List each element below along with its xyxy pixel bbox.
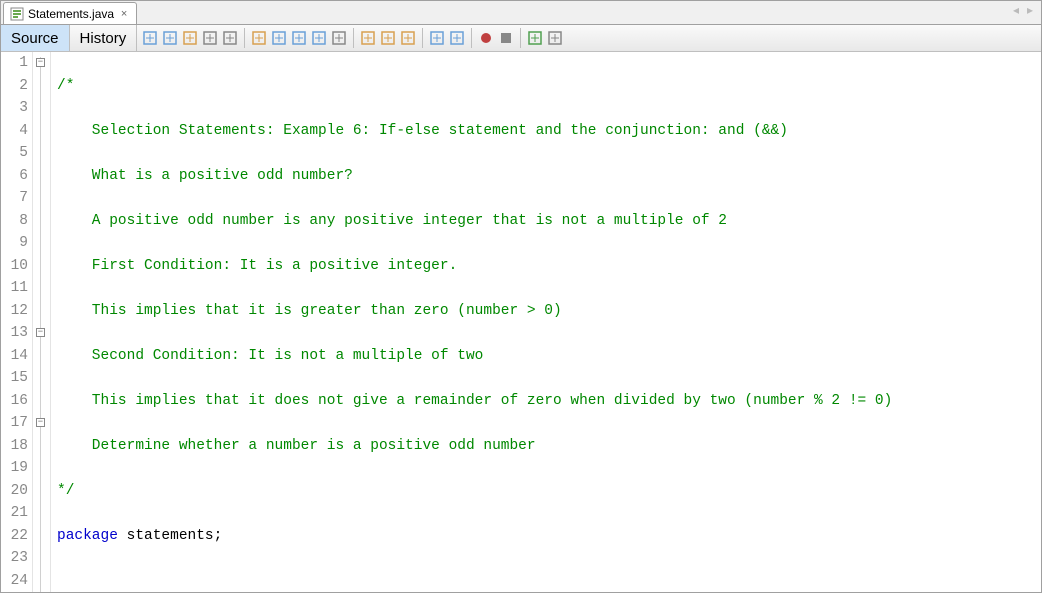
find-next-icon[interactable]	[290, 29, 308, 47]
find-selection-icon[interactable]	[250, 29, 268, 47]
line-number: 5	[1, 142, 28, 165]
line-wrap-icon[interactable]	[221, 29, 239, 47]
line-number: 12	[1, 300, 28, 323]
fold-toggle-icon[interactable]: −	[36, 328, 45, 337]
line-number: 7	[1, 187, 28, 210]
file-tab-bar: Statements.java × ◂ ▸	[1, 1, 1041, 25]
code-content[interactable]: /* Selection Statements: Example 6: If-e…	[51, 52, 1041, 592]
code-editor[interactable]: 123456789101112131415161718192021222324 …	[1, 52, 1041, 592]
editor-toolbar: Source History	[1, 25, 1041, 52]
format-icon[interactable]	[399, 29, 417, 47]
uncomment-icon[interactable]	[448, 29, 466, 47]
line-number: 24	[1, 570, 28, 593]
toggle-bookmark-icon[interactable]	[201, 29, 219, 47]
line-number: 22	[1, 525, 28, 548]
line-number: 3	[1, 97, 28, 120]
comment-icon[interactable]	[428, 29, 446, 47]
line-number: 13	[1, 322, 28, 345]
line-number: 21	[1, 502, 28, 525]
file-tab[interactable]: Statements.java ×	[3, 2, 137, 24]
line-number: 16	[1, 390, 28, 413]
diff-toggle-icon[interactable]	[546, 29, 564, 47]
stop-macro-icon[interactable]	[497, 29, 515, 47]
close-tab-icon[interactable]: ×	[118, 8, 130, 20]
shift-left-icon[interactable]	[359, 29, 377, 47]
line-number: 18	[1, 435, 28, 458]
line-number-gutter: 123456789101112131415161718192021222324	[1, 52, 33, 592]
start-macro-icon[interactable]	[477, 29, 495, 47]
line-number: 14	[1, 345, 28, 368]
line-number: 11	[1, 277, 28, 300]
shift-right-icon[interactable]	[379, 29, 397, 47]
line-number: 23	[1, 547, 28, 570]
toggle-mark-icon[interactable]	[310, 29, 328, 47]
line-number: 1	[1, 52, 28, 75]
find-prev-icon[interactable]	[270, 29, 288, 47]
tab-scroll-left-icon[interactable]: ◂	[1013, 3, 1023, 13]
view-history-tab[interactable]: History	[70, 25, 138, 51]
line-number: 8	[1, 210, 28, 233]
file-tab-label: Statements.java	[28, 7, 114, 21]
view-source-tab[interactable]: Source	[1, 25, 70, 51]
line-number: 2	[1, 75, 28, 98]
line-number: 4	[1, 120, 28, 143]
next-edit-icon[interactable]	[161, 29, 179, 47]
line-number: 6	[1, 165, 28, 188]
select-block-icon[interactable]	[330, 29, 348, 47]
line-number: 20	[1, 480, 28, 503]
java-file-icon	[10, 7, 24, 21]
tab-scroll-right-icon[interactable]: ▸	[1027, 3, 1037, 13]
line-number: 10	[1, 255, 28, 278]
fold-gutter: − − −	[33, 52, 51, 592]
fold-toggle-icon[interactable]: −	[36, 58, 45, 67]
line-number: 19	[1, 457, 28, 480]
line-number: 15	[1, 367, 28, 390]
line-number: 17	[1, 412, 28, 435]
fold-toggle-icon[interactable]: −	[36, 418, 45, 427]
toggle-highlight-icon[interactable]	[181, 29, 199, 47]
diff-sidebar-icon[interactable]	[526, 29, 544, 47]
tab-nav-arrows: ◂ ▸	[1013, 3, 1037, 13]
line-number: 9	[1, 232, 28, 255]
prev-edit-icon[interactable]	[141, 29, 159, 47]
